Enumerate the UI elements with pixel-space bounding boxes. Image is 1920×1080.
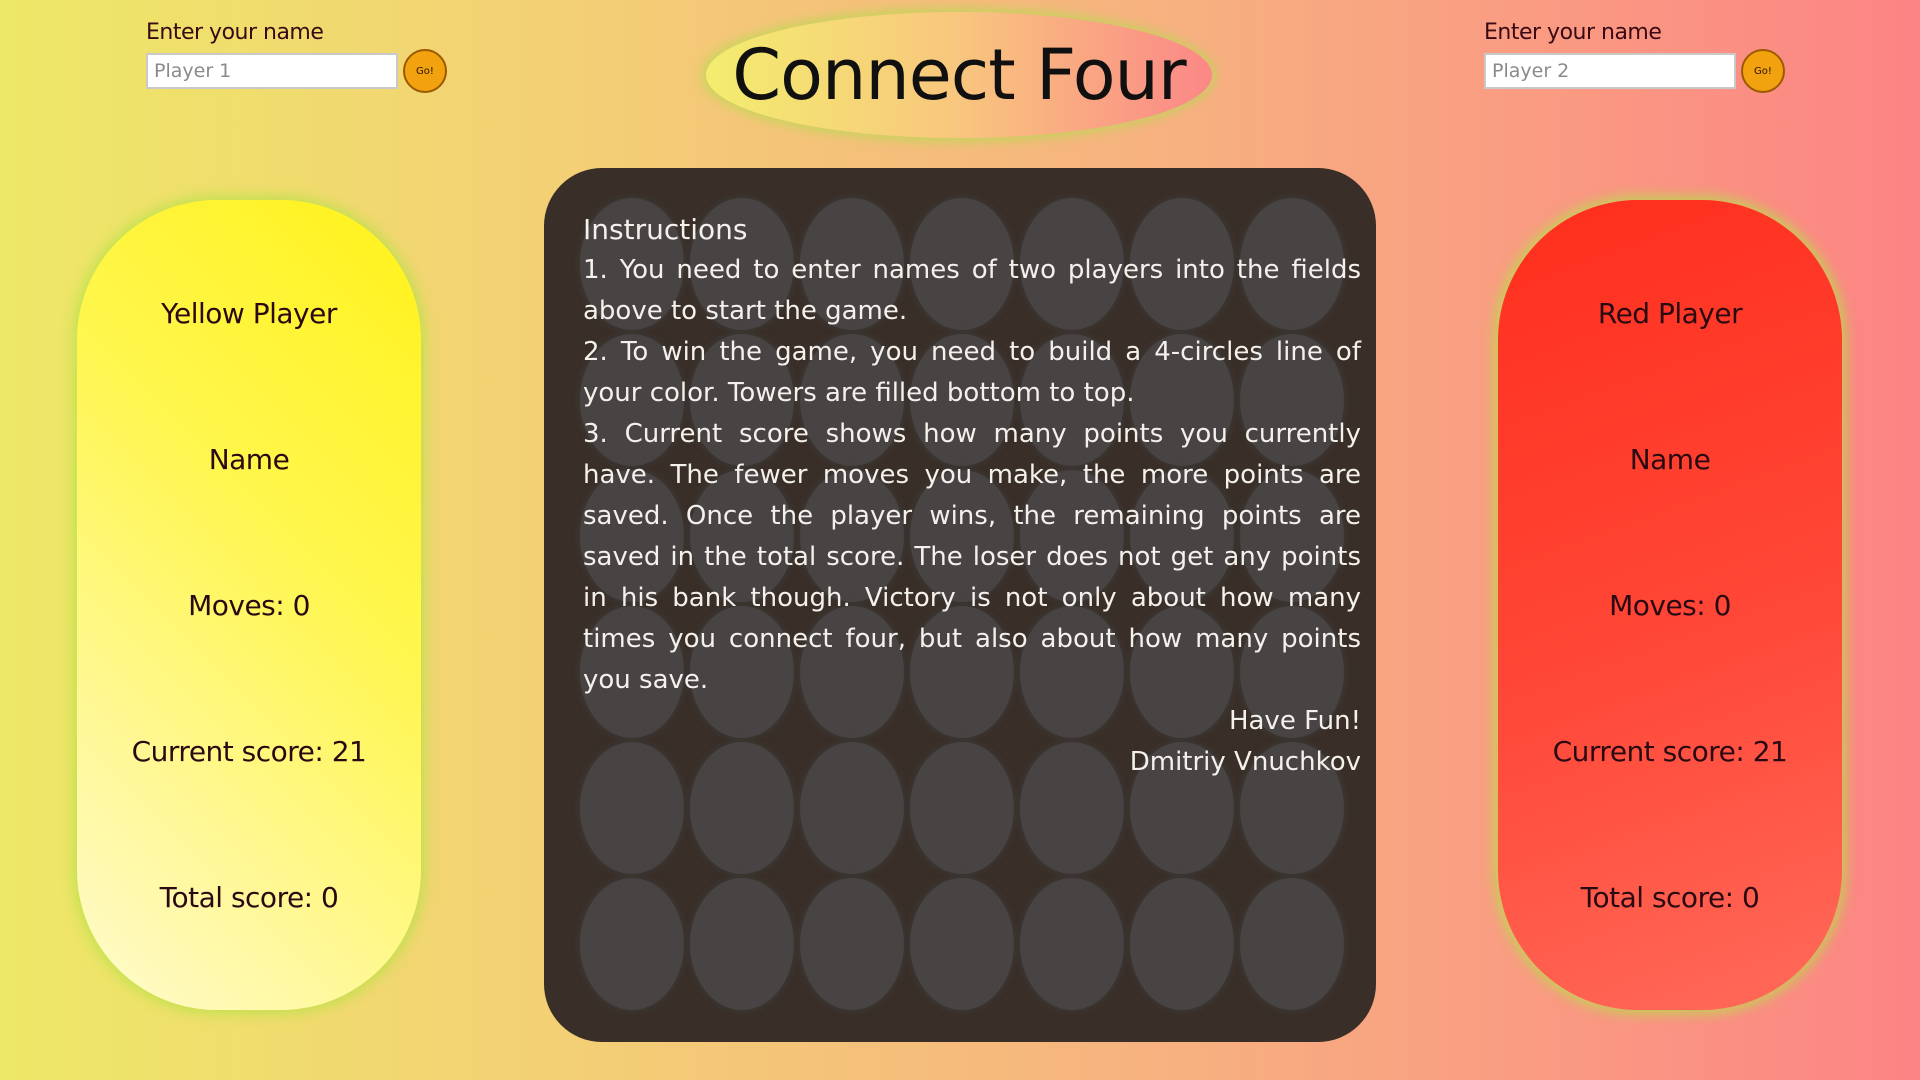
yellow-player-current-score: Current score: 21 bbox=[131, 734, 367, 768]
player2-name-entry: Enter your name Go! bbox=[1484, 20, 1804, 93]
red-player-name: Name bbox=[1629, 442, 1711, 476]
instructions-heading: Instructions bbox=[583, 213, 748, 246]
board-cell[interactable] bbox=[800, 878, 904, 1010]
player2-name-input[interactable] bbox=[1484, 53, 1736, 89]
instructions-author: Dmitriy Vnuchkov bbox=[1129, 747, 1361, 777]
board-cell[interactable] bbox=[910, 878, 1014, 1010]
player1-name-entry: Enter your name Go! bbox=[146, 20, 466, 93]
yellow-player-name: Name bbox=[208, 442, 290, 476]
instructions-closing: Have Fun! bbox=[1228, 706, 1361, 736]
instruction-item: 2. To win the game, you need to build a … bbox=[583, 337, 1361, 408]
instructions-panel: Instructions 1. You need to enter names … bbox=[583, 210, 1361, 783]
board-cell[interactable] bbox=[580, 878, 684, 1010]
player2-name-label: Enter your name bbox=[1484, 20, 1662, 45]
player2-name-row: Go! bbox=[1484, 49, 1804, 93]
yellow-player-heading: Yellow Player bbox=[161, 296, 337, 330]
player2-go-button[interactable]: Go! bbox=[1741, 49, 1785, 93]
board-cell[interactable] bbox=[1130, 878, 1234, 1010]
yellow-player-moves: Moves: 0 bbox=[188, 588, 310, 622]
player1-name-input[interactable] bbox=[146, 53, 398, 89]
player1-name-label: Enter your name bbox=[146, 20, 324, 45]
player1-go-button[interactable]: Go! bbox=[403, 49, 447, 93]
red-player-total-score: Total score: 0 bbox=[1580, 880, 1760, 914]
red-player-card: Red Player Name Moves: 0 Current score: … bbox=[1498, 200, 1842, 1010]
instruction-item: 1. You need to enter names of two player… bbox=[583, 255, 1361, 326]
instruction-item: 3. Current score shows how many points y… bbox=[583, 419, 1361, 695]
title-banner: Connect Four bbox=[706, 12, 1212, 138]
board-cell[interactable] bbox=[690, 878, 794, 1010]
player1-name-row: Go! bbox=[146, 49, 466, 93]
page-title: Connect Four bbox=[732, 34, 1186, 116]
board-cell[interactable] bbox=[1020, 878, 1124, 1010]
red-player-moves: Moves: 0 bbox=[1609, 588, 1731, 622]
yellow-player-total-score: Total score: 0 bbox=[159, 880, 339, 914]
red-player-heading: Red Player bbox=[1597, 296, 1743, 330]
yellow-player-card: Yellow Player Name Moves: 0 Current scor… bbox=[77, 200, 421, 1010]
red-player-current-score: Current score: 21 bbox=[1552, 734, 1788, 768]
board-cell[interactable] bbox=[1240, 878, 1344, 1010]
